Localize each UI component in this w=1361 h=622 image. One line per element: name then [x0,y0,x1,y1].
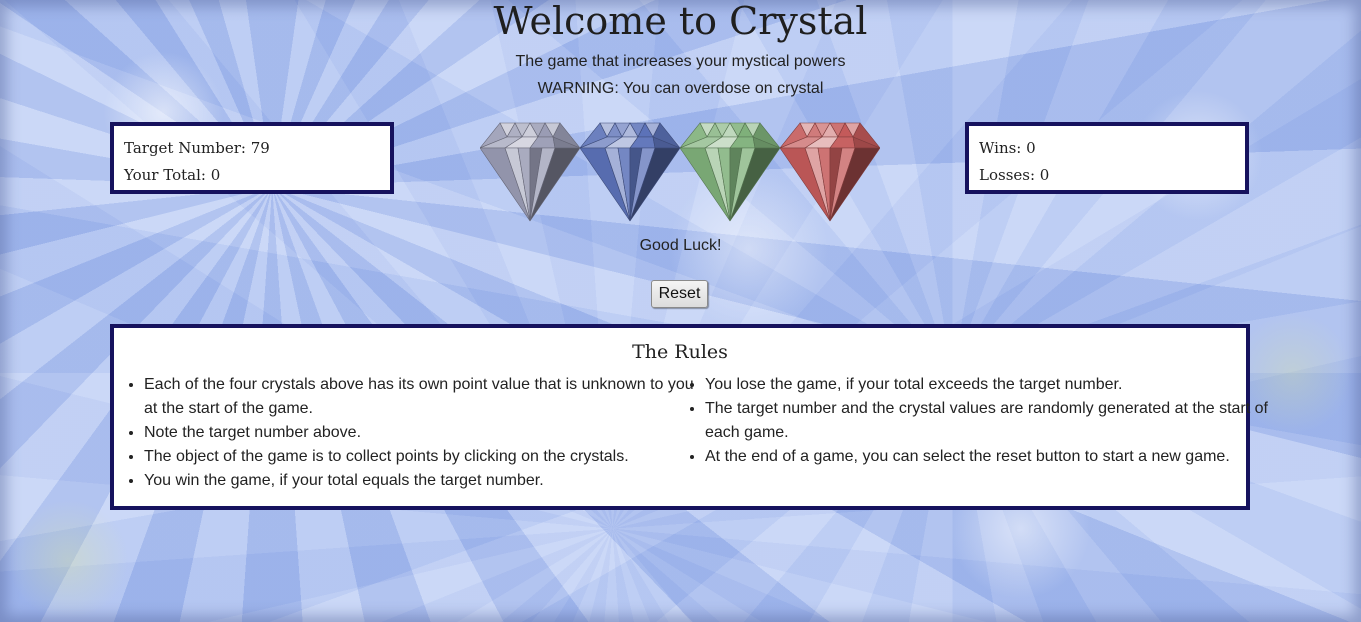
rule-item: The object of the game is to collect poi… [144,445,696,469]
warning-text: WARNING: You can overdose on crystal [537,80,824,97]
crystal-blue[interactable] [580,121,680,223]
rule-item: Each of the four crystals above has its … [144,373,696,421]
your-total-label: Your Total: [124,166,206,184]
your-total-row: Your Total: 0 [124,166,220,184]
your-total-value: 0 [210,166,221,184]
rules-title: The Rules [632,341,728,363]
wins-row: Wins: 0 [979,139,1036,157]
losses-label: Losses: [979,166,1036,184]
score-panel: Target Number: 79 Your Total: 0 [110,122,394,194]
crystal-row [480,121,880,223]
wins-label: Wins: [979,139,1022,157]
target-number-label: Target Number: [124,139,246,157]
page-subtitle: The game that increases your mystical po… [515,53,846,70]
rules-list-right: You lose the game, if your total exceeds… [675,373,1270,469]
crystal-green[interactable] [680,121,780,223]
target-number-value: 79 [250,139,270,157]
reset-button[interactable]: Reset [651,280,708,308]
losses-row: Losses: 0 [979,166,1049,184]
rules-list-left: Each of the four crystals above has its … [114,373,696,493]
page-title: Welcome to Crystal [493,0,868,43]
diamond-icon [780,122,880,222]
crystal-silver[interactable] [480,121,580,223]
diamond-icon [680,122,780,222]
rules-panel: The Rules Each of the four crystals abov… [110,324,1268,510]
diamond-icon [480,122,580,222]
target-number-row: Target Number: 79 [124,139,270,157]
status-message: Good Luck! [639,237,722,254]
rule-item: The target number and the crystal values… [705,397,1270,445]
crystal-red[interactable] [780,121,880,223]
record-panel: Wins: 0 Losses: 0 [965,122,1249,194]
rule-item: You win the game, if your total equals t… [144,469,696,493]
wins-value: 0 [1026,139,1036,157]
rule-item: At the end of a game, you can select the… [705,445,1270,469]
rule-item: You lose the game, if your total exceeds… [705,373,1270,397]
diamond-icon [580,122,680,222]
rule-item: Note the target number above. [144,421,696,445]
losses-value: 0 [1039,166,1050,184]
